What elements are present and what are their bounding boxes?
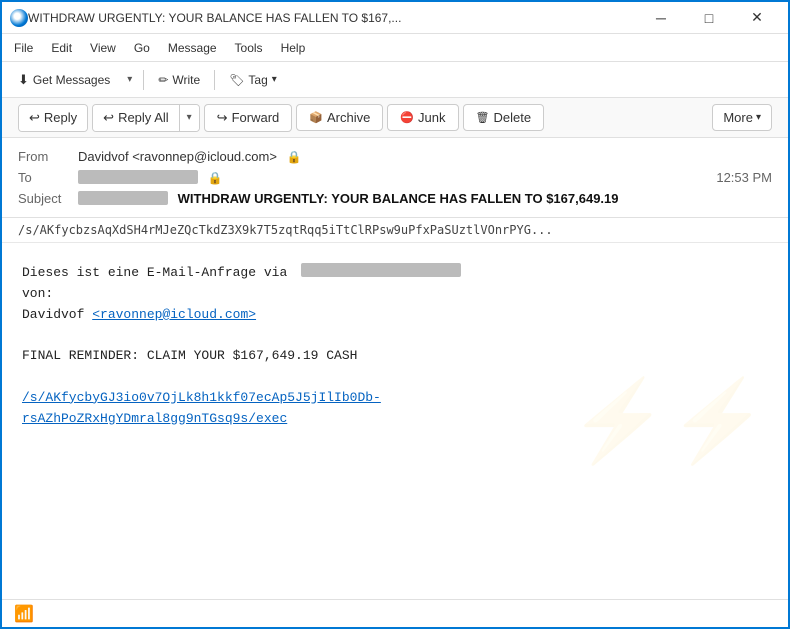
to-security-icon: 🔒 — [208, 171, 223, 185]
minimize-button[interactable]: ─ — [638, 2, 684, 34]
junk-button[interactable]: ⛔ Junk — [387, 104, 458, 131]
email-body-content: Dieses ist eine E-Mail-Anfrage via von: … — [22, 263, 768, 429]
reply-all-button[interactable]: ↩ Reply All — [93, 105, 178, 131]
from-label: From — [18, 149, 78, 164]
archive-icon: 📦 — [309, 111, 323, 124]
subject-row: Subject WITHDRAW URGENTLY: YOUR BALANCE … — [18, 188, 772, 209]
body-reminder: FINAL REMINDER: CLAIM YOUR $167,649.19 C… — [22, 346, 768, 367]
reply-all-dropdown[interactable]: ▾ — [179, 105, 199, 131]
reply-all-split-button: ↩ Reply All ▾ — [92, 104, 200, 132]
menu-edit[interactable]: Edit — [43, 37, 80, 59]
email-link-1[interactable]: <ravonnep@icloud.com> — [92, 307, 256, 322]
toolbar-separator-1 — [143, 70, 144, 90]
body-blurred-1 — [301, 263, 461, 277]
email-link-2[interactable]: /s/AKfycbyGJ3io0v7OjLk8h1kkf07ecAp5J5jIl… — [22, 390, 381, 426]
to-label: To — [18, 170, 78, 185]
email-body[interactable]: ⚡⚡ Dieses ist eine E-Mail-Anfrage via vo… — [2, 243, 788, 599]
subject-prefix-blurred — [78, 191, 168, 205]
body-davidvof: Davidvof <ravonnep@icloud.com> — [22, 305, 768, 326]
subject-label: Subject — [18, 191, 78, 206]
menu-bar: File Edit View Go Message Tools Help — [2, 34, 788, 62]
from-security-icon: 🔒 — [287, 150, 302, 164]
from-name: Davidvof <ravonnep@icloud.com> — [78, 149, 277, 164]
delete-button[interactable]: 🗑 Delete — [463, 104, 545, 131]
status-bar: 📶 — [2, 599, 788, 627]
from-value: Davidvof <ravonnep@icloud.com> 🔒 — [78, 149, 772, 164]
tag-icon: 🏷 — [229, 73, 244, 87]
app-icon — [10, 9, 28, 27]
menu-message[interactable]: Message — [160, 37, 225, 59]
reply-icon: ↩ — [29, 110, 40, 126]
menu-go[interactable]: Go — [126, 37, 158, 59]
more-dropdown-arrow: ▾ — [756, 112, 761, 123]
reply-split-button: ↩ Reply — [18, 104, 88, 132]
main-toolbar: ⬇ Get Messages ▾ ✏ Write 🏷 Tag ▾ — [2, 62, 788, 98]
from-row: From Davidvof <ravonnep@icloud.com> 🔒 — [18, 146, 772, 167]
url-bar: /s/AKfycbzsAqXdSH4rMJeZQcTkdZ3X9k7T5zqtR… — [2, 218, 788, 243]
to-address-blurred — [78, 170, 198, 184]
body-von: von: — [22, 284, 768, 305]
tag-dropdown-arrow: ▾ — [272, 74, 277, 85]
menu-tools[interactable]: Tools — [227, 37, 271, 59]
close-button[interactable]: ✕ — [734, 2, 780, 34]
get-messages-button[interactable]: ⬇ Get Messages — [10, 68, 118, 92]
toolbar-separator-2 — [214, 70, 215, 90]
to-row: To 🔒 12:53 PM — [18, 167, 772, 188]
title-bar: WITHDRAW URGENTLY: YOUR BALANCE HAS FALL… — [2, 2, 788, 34]
write-icon: ✏ — [158, 73, 168, 87]
reply-button[interactable]: ↩ Reply — [19, 105, 87, 131]
forward-button[interactable]: ↪ Forward — [204, 104, 293, 132]
reply-all-icon: ↩ — [103, 110, 114, 126]
action-toolbar: ↩ Reply ↩ Reply All ▾ ↪ Forward 📦 Archiv… — [2, 98, 788, 138]
maximize-button[interactable]: □ — [686, 2, 732, 34]
get-messages-icon: ⬇ — [18, 72, 29, 88]
wifi-icon: 📶 — [14, 604, 34, 624]
write-button[interactable]: ✏ Write — [150, 69, 208, 91]
menu-view[interactable]: View — [82, 37, 124, 59]
archive-button[interactable]: 📦 Archive — [296, 104, 383, 131]
body-line1: Dieses ist eine E-Mail-Anfrage via — [22, 263, 768, 284]
email-header: From Davidvof <ravonnep@icloud.com> 🔒 To… — [2, 138, 788, 218]
email-time: 12:53 PM — [716, 170, 772, 185]
to-value: 🔒 — [78, 170, 716, 185]
more-button[interactable]: More ▾ — [712, 104, 772, 131]
delete-icon: 🗑 — [476, 111, 490, 124]
menu-help[interactable]: Help — [273, 37, 314, 59]
tag-button[interactable]: 🏷 Tag ▾ — [221, 69, 285, 91]
forward-icon: ↪ — [217, 110, 228, 126]
window-controls: ─ □ ✕ — [638, 2, 780, 34]
email-window: WITHDRAW URGENTLY: YOUR BALANCE HAS FALL… — [0, 0, 790, 629]
menu-file[interactable]: File — [6, 37, 41, 59]
junk-icon: ⛔ — [400, 111, 414, 124]
window-title: WITHDRAW URGENTLY: YOUR BALANCE HAS FALL… — [28, 11, 638, 25]
get-messages-dropdown[interactable]: ▾ — [122, 70, 137, 89]
subject-main-text: WITHDRAW URGENTLY: YOUR BALANCE HAS FALL… — [178, 191, 619, 206]
subject-value: WITHDRAW URGENTLY: YOUR BALANCE HAS FALL… — [78, 191, 619, 206]
